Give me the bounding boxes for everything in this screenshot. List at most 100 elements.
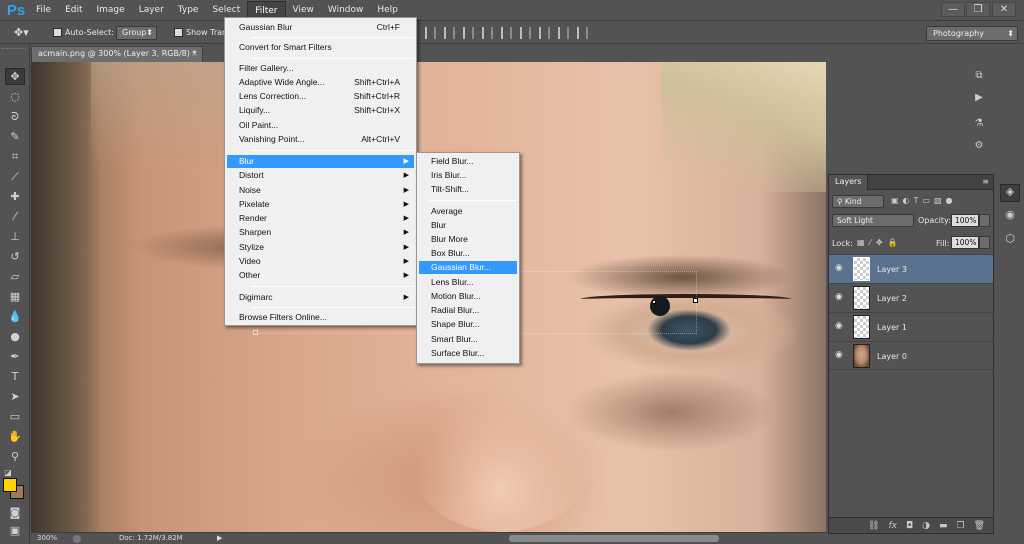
align-icon[interactable] xyxy=(482,27,493,39)
submenu-item-shape-blur[interactable]: Shape Blur... xyxy=(419,318,517,331)
history-brush-tool-icon[interactable]: ↺ xyxy=(5,248,25,265)
menu-item-oil-paint[interactable]: Oil Paint... xyxy=(227,119,414,132)
menu-item-digimarc[interactable]: Digimarc ▶ xyxy=(227,291,414,304)
menu-item-filter-gallery[interactable]: Filter Gallery... xyxy=(227,62,414,75)
auto-select-checkbox[interactable] xyxy=(53,28,62,37)
submenu-item-tilt-shift[interactable]: Tilt-Shift... xyxy=(419,183,517,196)
add-mask-icon[interactable]: ◘ xyxy=(906,521,913,531)
submenu-item-blur-more[interactable]: Blur More xyxy=(419,233,517,246)
submenu-item-smart-blur[interactable]: Smart Blur... xyxy=(419,333,517,346)
zoom-level[interactable]: 300% xyxy=(37,534,57,542)
menu-item-blur[interactable]: Blur ▶ xyxy=(227,155,414,168)
move-tool-icon[interactable]: ✥ xyxy=(5,68,25,85)
show-transform-checkbox[interactable] xyxy=(174,28,183,37)
blend-mode-dropdown[interactable]: Soft Light xyxy=(832,214,914,227)
visibility-eye-icon[interactable]: ◉ xyxy=(835,293,845,302)
layer-kind-filter[interactable]: ⚲ Kind xyxy=(832,195,884,208)
quick-mask-icon[interactable]: ◙ xyxy=(5,504,25,521)
submenu-item-gaussian-blur[interactable]: Gaussian Blur... xyxy=(419,261,517,274)
pen-tool-icon[interactable]: ✒ xyxy=(5,348,25,365)
layer-row[interactable]: ◉ Layer 1 xyxy=(829,312,993,341)
layer-row[interactable]: ◉ Layer 2 xyxy=(829,283,993,312)
menu-file[interactable]: File xyxy=(29,1,58,20)
menu-item-other[interactable]: Other ▶ xyxy=(227,269,414,282)
align-icon[interactable] xyxy=(520,27,531,39)
auto-select-dropdown[interactable]: Group xyxy=(116,26,157,40)
submenu-item-average[interactable]: Average xyxy=(419,205,517,218)
menu-image[interactable]: Image xyxy=(90,1,132,20)
trash-icon[interactable]: 🗑 xyxy=(974,521,985,531)
align-icon[interactable] xyxy=(577,27,588,39)
align-icon[interactable] xyxy=(425,27,436,39)
blur-tool-icon[interactable]: 💧 xyxy=(5,308,25,325)
submenu-item-motion-blur[interactable]: Motion Blur... xyxy=(419,290,517,303)
menu-item-lens-correction[interactable]: Lens Correction... Shift+Ctrl+R xyxy=(227,90,414,103)
submenu-item-iris-blur[interactable]: Iris Blur... xyxy=(419,169,517,182)
menu-item-stylize[interactable]: Stylize ▶ xyxy=(227,241,414,254)
fill-input[interactable]: 100% xyxy=(951,236,979,249)
layer-filter-icons[interactable]: ▣◐T▭▧● xyxy=(891,196,991,205)
new-group-icon[interactable]: ▬ xyxy=(939,521,948,531)
fx-icon[interactable]: fx xyxy=(888,521,897,531)
maximize-button[interactable]: ❐ xyxy=(966,2,990,17)
fill-slider-button[interactable] xyxy=(979,236,990,249)
menu-layer[interactable]: Layer xyxy=(132,1,171,20)
marquee-tool-icon[interactable]: ◌ xyxy=(5,88,25,105)
workspace-dropdown[interactable]: Photography xyxy=(926,26,1018,41)
menu-item-video[interactable]: Video ▶ xyxy=(227,255,414,268)
channels-panel-icon[interactable]: ◉ xyxy=(1000,208,1020,226)
crop-tool-icon[interactable]: ⌗ xyxy=(5,148,25,165)
eyedropper-tool-icon[interactable]: ⟋ xyxy=(5,168,25,185)
adjustments-panel-icon[interactable]: ⚗ xyxy=(970,118,988,134)
visibility-eye-icon[interactable]: ◉ xyxy=(835,351,845,360)
properties-panel-icon[interactable]: ⚙ xyxy=(970,140,988,156)
status-menu-arrow[interactable]: ▶ xyxy=(217,534,222,542)
lasso-tool-icon[interactable]: ᘐ xyxy=(5,108,25,125)
history-panel-icon[interactable]: ⧉ xyxy=(970,70,988,86)
transform-handle[interactable] xyxy=(652,300,656,304)
menu-edit[interactable]: Edit xyxy=(58,1,89,20)
gradient-tool-icon[interactable]: ▦ xyxy=(5,288,25,305)
foreground-color-swatch[interactable] xyxy=(3,478,17,492)
menu-item-distort[interactable]: Distort ▶ xyxy=(227,169,414,182)
layer-row[interactable]: ◉ Layer 0 xyxy=(829,341,993,370)
clone-stamp-tool-icon[interactable]: ⊥ xyxy=(5,228,25,245)
menu-item-browse-online[interactable]: Browse Filters Online... xyxy=(227,311,414,324)
healing-brush-tool-icon[interactable]: ✚ xyxy=(5,188,25,205)
minimize-button[interactable]: — xyxy=(941,2,965,17)
adjustment-layer-icon[interactable]: ◑ xyxy=(922,521,930,531)
brush-tool-icon[interactable]: ⁄ xyxy=(5,208,25,225)
screen-mode-icon[interactable]: ▣ xyxy=(5,522,25,539)
submenu-item-lens-blur[interactable]: Lens Blur... xyxy=(419,276,517,289)
submenu-item-blur[interactable]: Blur xyxy=(419,219,517,232)
transform-handle[interactable] xyxy=(253,330,258,335)
menu-item-sharpen[interactable]: Sharpen ▶ xyxy=(227,226,414,239)
submenu-item-surface-blur[interactable]: Surface Blur... xyxy=(419,347,517,360)
menu-item-noise[interactable]: Noise ▶ xyxy=(227,184,414,197)
layers-panel-icon[interactable]: ◈ xyxy=(1000,184,1020,202)
panel-grip[interactable] xyxy=(2,48,26,52)
paths-panel-icon[interactable]: ⬡ xyxy=(1000,232,1020,250)
menu-type[interactable]: Type xyxy=(171,1,206,20)
opacity-input[interactable]: 100% xyxy=(951,214,979,227)
hand-tool-icon[interactable]: ✋ xyxy=(5,428,25,445)
layer-row[interactable]: ◉ Layer 3 xyxy=(829,254,993,283)
dodge-tool-icon[interactable]: ● xyxy=(5,328,25,345)
submenu-item-radial-blur[interactable]: Radial Blur... xyxy=(419,304,517,317)
horizontal-scrollbar[interactable] xyxy=(509,535,719,542)
tab-layers[interactable]: Layers xyxy=(829,175,869,190)
close-tab-icon[interactable]: × xyxy=(191,47,198,61)
submenu-item-field-blur[interactable]: Field Blur... xyxy=(419,155,517,168)
eraser-tool-icon[interactable]: ▱ xyxy=(5,268,25,285)
new-layer-icon[interactable]: ❐ xyxy=(956,521,964,531)
align-distribute-icons[interactable] xyxy=(425,27,588,39)
visibility-eye-icon[interactable]: ◉ xyxy=(835,264,845,273)
transform-handle[interactable] xyxy=(693,298,698,303)
align-icon[interactable] xyxy=(539,27,550,39)
menu-item-pixelate[interactable]: Pixelate ▶ xyxy=(227,198,414,211)
quick-select-tool-icon[interactable]: ✎ xyxy=(5,128,25,145)
menu-item-last-filter[interactable]: Gaussian Blur Ctrl+F xyxy=(227,21,414,34)
move-tool-preset-icon[interactable]: ✥▾ xyxy=(14,26,29,39)
menu-item-convert-smart[interactable]: Convert for Smart Filters xyxy=(227,41,414,54)
menu-item-adaptive-wide-angle[interactable]: Adaptive Wide Angle... Shift+Ctrl+A xyxy=(227,76,414,89)
